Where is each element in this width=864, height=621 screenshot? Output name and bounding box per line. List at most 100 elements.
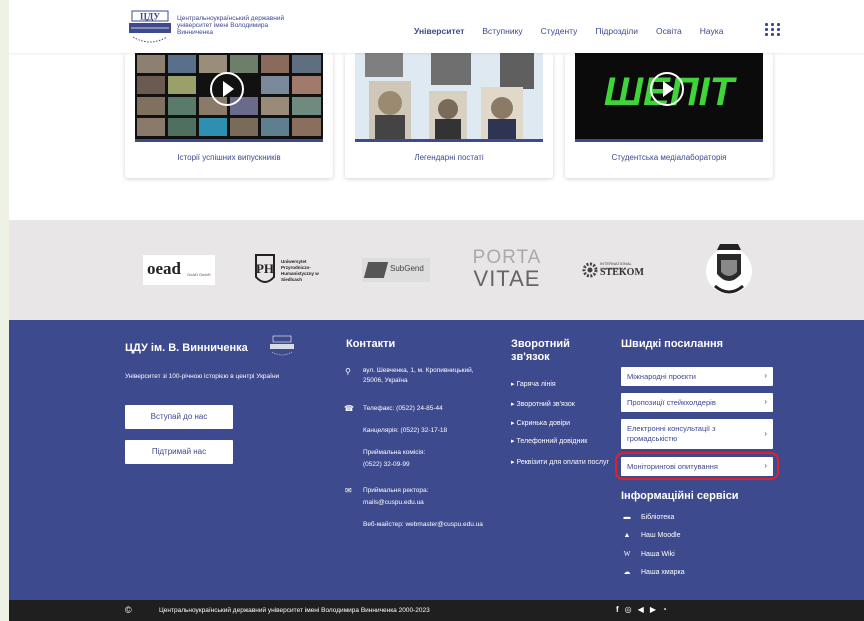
site-footer: ЦДУ ім. В. Винниченка Університет зі 100… [9,320,864,600]
feedback-item[interactable]: ▸ Скринька довіри [511,419,570,427]
ph-text: Uniwersytet Przyrodniczo-Humanistyczny w… [281,259,319,282]
partners-strip: oead GoAD GmbH PH Uniwersytet Przyrodnic… [9,220,864,320]
join-us-button[interactable]: Вступай до нас [125,405,233,429]
quick-link-e-consultations[interactable]: Електронні консультації з громадськістю … [621,419,773,449]
media-lab-video-thumbnail[interactable]: ШЕПІТ [575,53,763,142]
ph-emblem-icon: PH [255,254,275,283]
partner-stekom-logo[interactable]: INTERNATIONAL UNIVERSITAS STEKOM [582,260,654,280]
partner-oead-logo[interactable]: oead GoAD GmbH [143,255,215,285]
nav-item-education[interactable]: Освіта [656,26,682,36]
card-accent-bar [575,139,763,142]
info-services-title: Інформаційні сервіси [621,490,739,502]
service-moodle[interactable]: ▲ Наш Moodle [621,532,681,539]
feedback-item-label: Реквізити для оплати послуг [516,459,610,466]
instagram-icon[interactable]: ◎ [625,605,632,614]
university-name[interactable]: Центральноукраїнський державний універси… [177,15,287,36]
highlight-annotation [615,452,779,480]
feedback-item[interactable]: ▸ Зворотний зв'язок [511,400,575,408]
facebook-icon[interactable]: f [616,605,619,614]
feedback-title-line2: зв'язок [511,351,550,363]
phone-icon: ☎ [344,404,354,413]
card-caption-media-lab[interactable]: Студентська медіалабораторія [565,153,773,162]
telegram-icon[interactable]: ◀ [638,605,644,614]
card-caption-legendary[interactable]: Легендарні постаті [345,153,553,162]
graduates-video-thumbnail[interactable] [135,53,323,142]
quick-link-label: Пропозиції стейкхолдерів [627,398,716,407]
main-nav: Університет Вступнику Студенту Підрозділ… [414,26,741,36]
card-media-lab[interactable]: ШЕПІТ Студентська медіалабораторія [565,53,773,178]
contact-admission-phone[interactable]: (0522) 32-09-99 [363,460,410,470]
feedback-item-label: Телефонний довідник [516,438,588,445]
chevron-right-icon: › [764,429,767,438]
feedback-item-label: Скринька довіри [516,420,571,427]
contact-rector-label: Приймальня ректора: [363,487,429,494]
stekom-text: STEKOM [600,267,644,278]
contact-address: вул. Шевченка, 1, м. Кропивницький, 2500… [363,367,474,384]
nav-item-students[interactable]: Студенту [541,26,578,36]
card-accent-bar [135,139,323,142]
svg-text:PH: PH [256,261,274,276]
partner-crest-logo[interactable] [705,238,753,304]
youtube-icon[interactable]: ▶ [650,605,656,614]
service-label: Бібліотека [641,514,675,521]
site-header: ЦДУ Центральноукраїнський державний унів… [9,0,864,53]
feedback-item[interactable]: ▸ Реквізити для оплати послуг [511,458,611,468]
crest-emblem-icon [706,244,752,294]
contact-webmaster[interactable]: Веб-майстер: webmaster@cuspu.edu.ua [363,520,483,530]
chevron-right-icon: › [764,371,767,380]
gear-icon [582,262,598,278]
support-us-button[interactable]: Підтримай нас [125,440,233,464]
card-accent-bar [355,139,543,142]
porta-text: PORTA [472,247,542,268]
copyright-text: Центральноукраїнський державний універси… [159,607,430,614]
quick-links-title: Швидкі посилання [621,338,724,350]
svg-text:ЦДУ: ЦДУ [140,12,160,22]
partner-porta-vitae-logo[interactable]: PORTA VITAE [469,248,545,294]
service-library[interactable]: ▬ Бібліотека [621,514,675,521]
card-caption-graduates[interactable]: Історії успішних випускників [125,153,333,162]
feature-cards: Історії успішних випускників Легендарні … [9,53,864,220]
contacts-title: Контакти [346,338,396,350]
legendary-figures-image [355,53,543,142]
service-wiki[interactable]: W Наша Wiki [621,550,675,558]
feedback-item-label: Гаряча лінія [516,381,556,388]
nav-item-science[interactable]: Наука [700,26,724,36]
contact-office[interactable]: Канцелярія: (0522) 32-17-18 [363,426,447,436]
graduation-cap-icon: ▲ [623,532,631,539]
feedback-item[interactable]: ▸ Телефонний довідник [511,437,587,445]
logo-emblem: ЦДУ [129,10,171,43]
feedback-title-line1: Зворотний [511,338,570,350]
service-cloud[interactable]: ☁ Наша хмарка [621,568,685,576]
contact-rector-email[interactable]: mails@cuspu.edu.ua [363,498,424,508]
card-legendary[interactable]: Легендарні постаті [345,53,553,178]
play-icon[interactable] [650,72,684,106]
subgend-mark [363,262,389,278]
copyright-bar: © Центральноукраїнський державний універ… [9,600,864,621]
service-label: Наша хмарка [641,569,685,576]
copyright-icon: © [125,605,132,615]
nav-item-applicants[interactable]: Вступнику [482,26,522,36]
contact-admission-label: Приймальна комісія: [363,449,426,456]
quick-link-international-projects[interactable]: Міжнародні проєкти › [621,367,773,386]
apps-grid-icon[interactable] [765,23,781,37]
page-frame: ЦДУ Центральноукраїнський державний унів… [9,0,864,621]
play-icon[interactable] [210,72,244,106]
location-pin-icon: ⚲ [345,367,351,376]
contact-phone[interactable]: Телефакс: (0522) 24-85-44 [363,404,443,414]
nav-item-departments[interactable]: Підрозділи [595,26,638,36]
book-icon: ▬ [623,514,631,521]
partner-subgend-logo[interactable]: SubGend [362,258,430,282]
vitae-text: VITAE [473,266,541,291]
partner-ph-logo[interactable]: PH Uniwersytet Przyrodniczo-Humanistyczn… [253,253,333,287]
card-graduates[interactable]: Історії успішних випускників [125,53,333,178]
nav-item-university[interactable]: Університет [414,26,464,36]
quick-link-label: Міжнародні проєкти [627,372,696,381]
feedback-item[interactable]: ▸ Гаряча лінія [511,380,556,388]
chevron-right-icon: › [764,397,767,406]
rss-icon[interactable]: ◔ [662,605,667,614]
footer-logo-icon [270,335,294,356]
oead-text: oead [147,259,181,278]
quick-link-stakeholders[interactable]: Пропозиції стейкхолдерів › [621,393,773,412]
service-label: Наша Wiki [641,551,675,558]
university-logo[interactable]: ЦДУ [127,9,173,47]
